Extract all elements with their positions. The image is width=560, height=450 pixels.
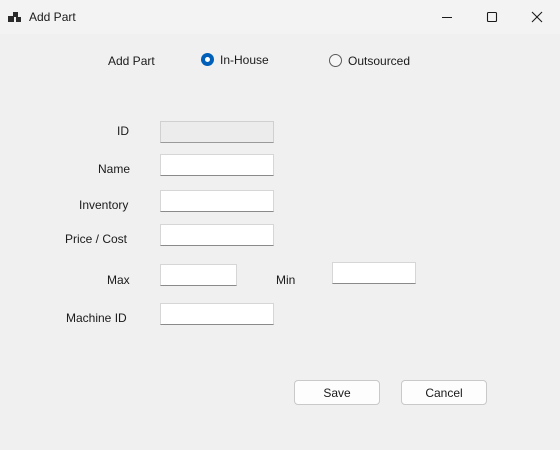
id-label: ID (117, 124, 129, 138)
max-field[interactable] (160, 264, 237, 286)
in-house-radio[interactable] (201, 53, 214, 66)
machine-id-field[interactable] (160, 303, 274, 325)
window-title: Add Part (29, 10, 76, 24)
id-field (160, 121, 274, 143)
title-bar[interactable]: Add Part (0, 0, 560, 34)
machine-id-label: Machine ID (66, 311, 127, 325)
outsourced-label[interactable]: Outsourced (348, 54, 410, 68)
min-field[interactable] (332, 262, 416, 284)
min-label: Min (276, 273, 296, 287)
close-icon (531, 11, 543, 23)
minimize-button[interactable] (424, 0, 470, 34)
price-cost-field[interactable] (160, 224, 274, 246)
inventory-field[interactable] (160, 190, 274, 212)
max-label: Max (107, 273, 130, 287)
minimize-icon (442, 17, 452, 18)
maximize-icon (486, 11, 498, 23)
app-icon (8, 11, 22, 23)
outsourced-radio[interactable] (329, 54, 342, 67)
maximize-button[interactable] (469, 0, 515, 34)
name-field[interactable] (160, 154, 274, 176)
name-label: Name (98, 162, 131, 176)
form-heading: Add Part (108, 54, 155, 68)
close-button[interactable] (514, 0, 560, 34)
cancel-button[interactable]: Cancel (401, 380, 487, 405)
inventory-label: Inventory (79, 198, 129, 212)
in-house-label[interactable]: In-House (220, 53, 269, 67)
save-button[interactable]: Save (294, 380, 380, 405)
add-part-window: Add Part Add Part In-House Outsourced ID… (0, 0, 560, 450)
price-cost-label: Price / Cost (65, 232, 128, 246)
